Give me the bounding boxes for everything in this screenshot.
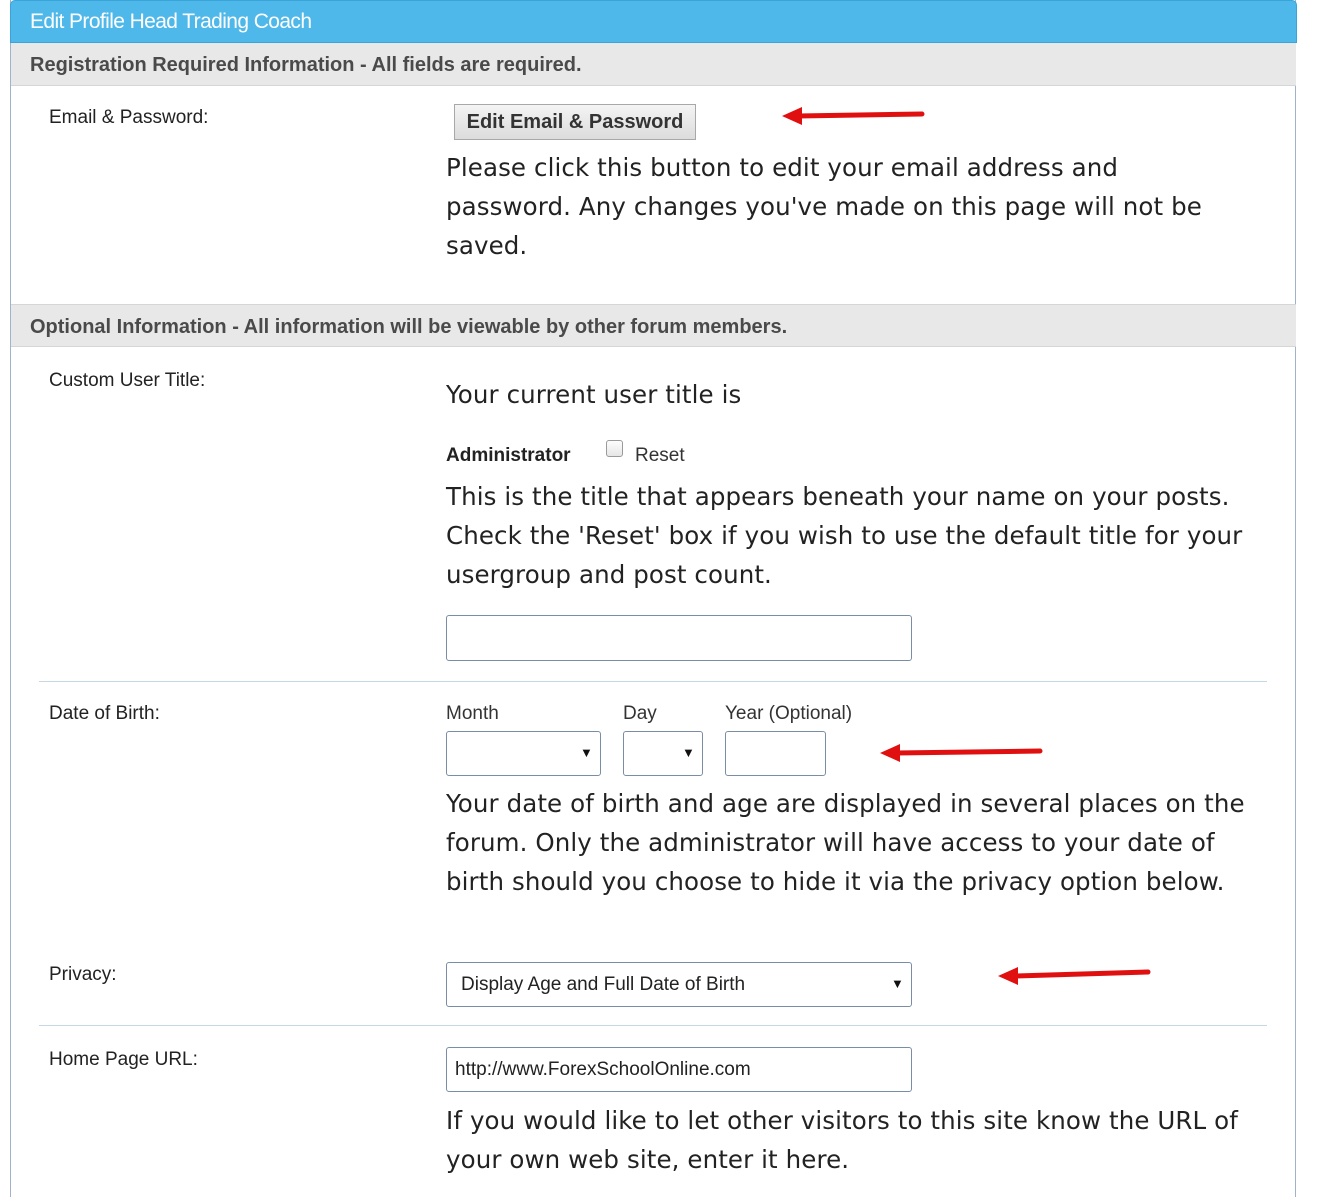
- home-page-url-input[interactable]: http://www.ForexSchoolOnline.com: [446, 1047, 912, 1092]
- home-page-url-label: Home Page URL:: [49, 1049, 198, 1070]
- row-divider: [39, 1025, 1267, 1026]
- chevron-down-icon: ▼: [682, 745, 695, 760]
- custom-user-title-label: Custom User Title:: [49, 370, 206, 391]
- annotation-arrow-icon: [998, 967, 1151, 985]
- page-title: Edit Profile Head Trading Coach: [30, 10, 312, 33]
- custom-title-description: This is the title that appears beneath y…: [446, 482, 1243, 589]
- home-page-url-description: If you would like to let other visitors …: [446, 1106, 1238, 1174]
- email-password-description: Please click this button to edit your em…: [446, 153, 1202, 260]
- row-divider: [39, 681, 1267, 682]
- privacy-select[interactable]: Display Age and Full Date of Birth ▼: [446, 962, 912, 1007]
- day-label: Day: [623, 703, 657, 724]
- annotation-arrow-icon: [880, 744, 1043, 762]
- reset-label[interactable]: Reset: [635, 445, 685, 467]
- year-label: Year (Optional): [725, 703, 853, 724]
- section-heading: Registration Required Information - All …: [30, 54, 582, 76]
- edit-email-password-button[interactable]: Edit Email & Password: [454, 104, 696, 140]
- privacy-selected-value: Display Age and Full Date of Birth: [461, 974, 746, 995]
- day-select[interactable]: ▼: [623, 731, 703, 776]
- current-user-title: Administrator: [446, 445, 571, 466]
- title-bar: Edit Profile Head Trading Coach: [10, 0, 1297, 43]
- annotation-arrow-icon: [782, 107, 925, 125]
- year-input[interactable]: [725, 731, 826, 776]
- custom-title-input[interactable]: [446, 615, 912, 661]
- chevron-down-icon: ▼: [580, 745, 593, 760]
- date-of-birth-description: Your date of birth and age are displayed…: [446, 789, 1245, 896]
- month-label: Month: [446, 703, 499, 724]
- section-header-required: Registration Required Information - All …: [11, 43, 1296, 86]
- email-password-label: Email & Password:: [49, 107, 209, 128]
- privacy-label: Privacy:: [49, 964, 117, 985]
- month-select[interactable]: ▼: [446, 731, 601, 776]
- section-heading: Optional Information - All information w…: [30, 316, 788, 338]
- date-of-birth-label: Date of Birth:: [49, 703, 160, 724]
- current-title-intro: Your current user title is: [446, 380, 742, 409]
- reset-checkbox[interactable]: [606, 440, 623, 457]
- chevron-down-icon: ▼: [891, 976, 904, 991]
- section-header-optional: Optional Information - All information w…: [11, 304, 1296, 347]
- home-page-url-value: http://www.ForexSchoolOnline.com: [455, 1059, 751, 1080]
